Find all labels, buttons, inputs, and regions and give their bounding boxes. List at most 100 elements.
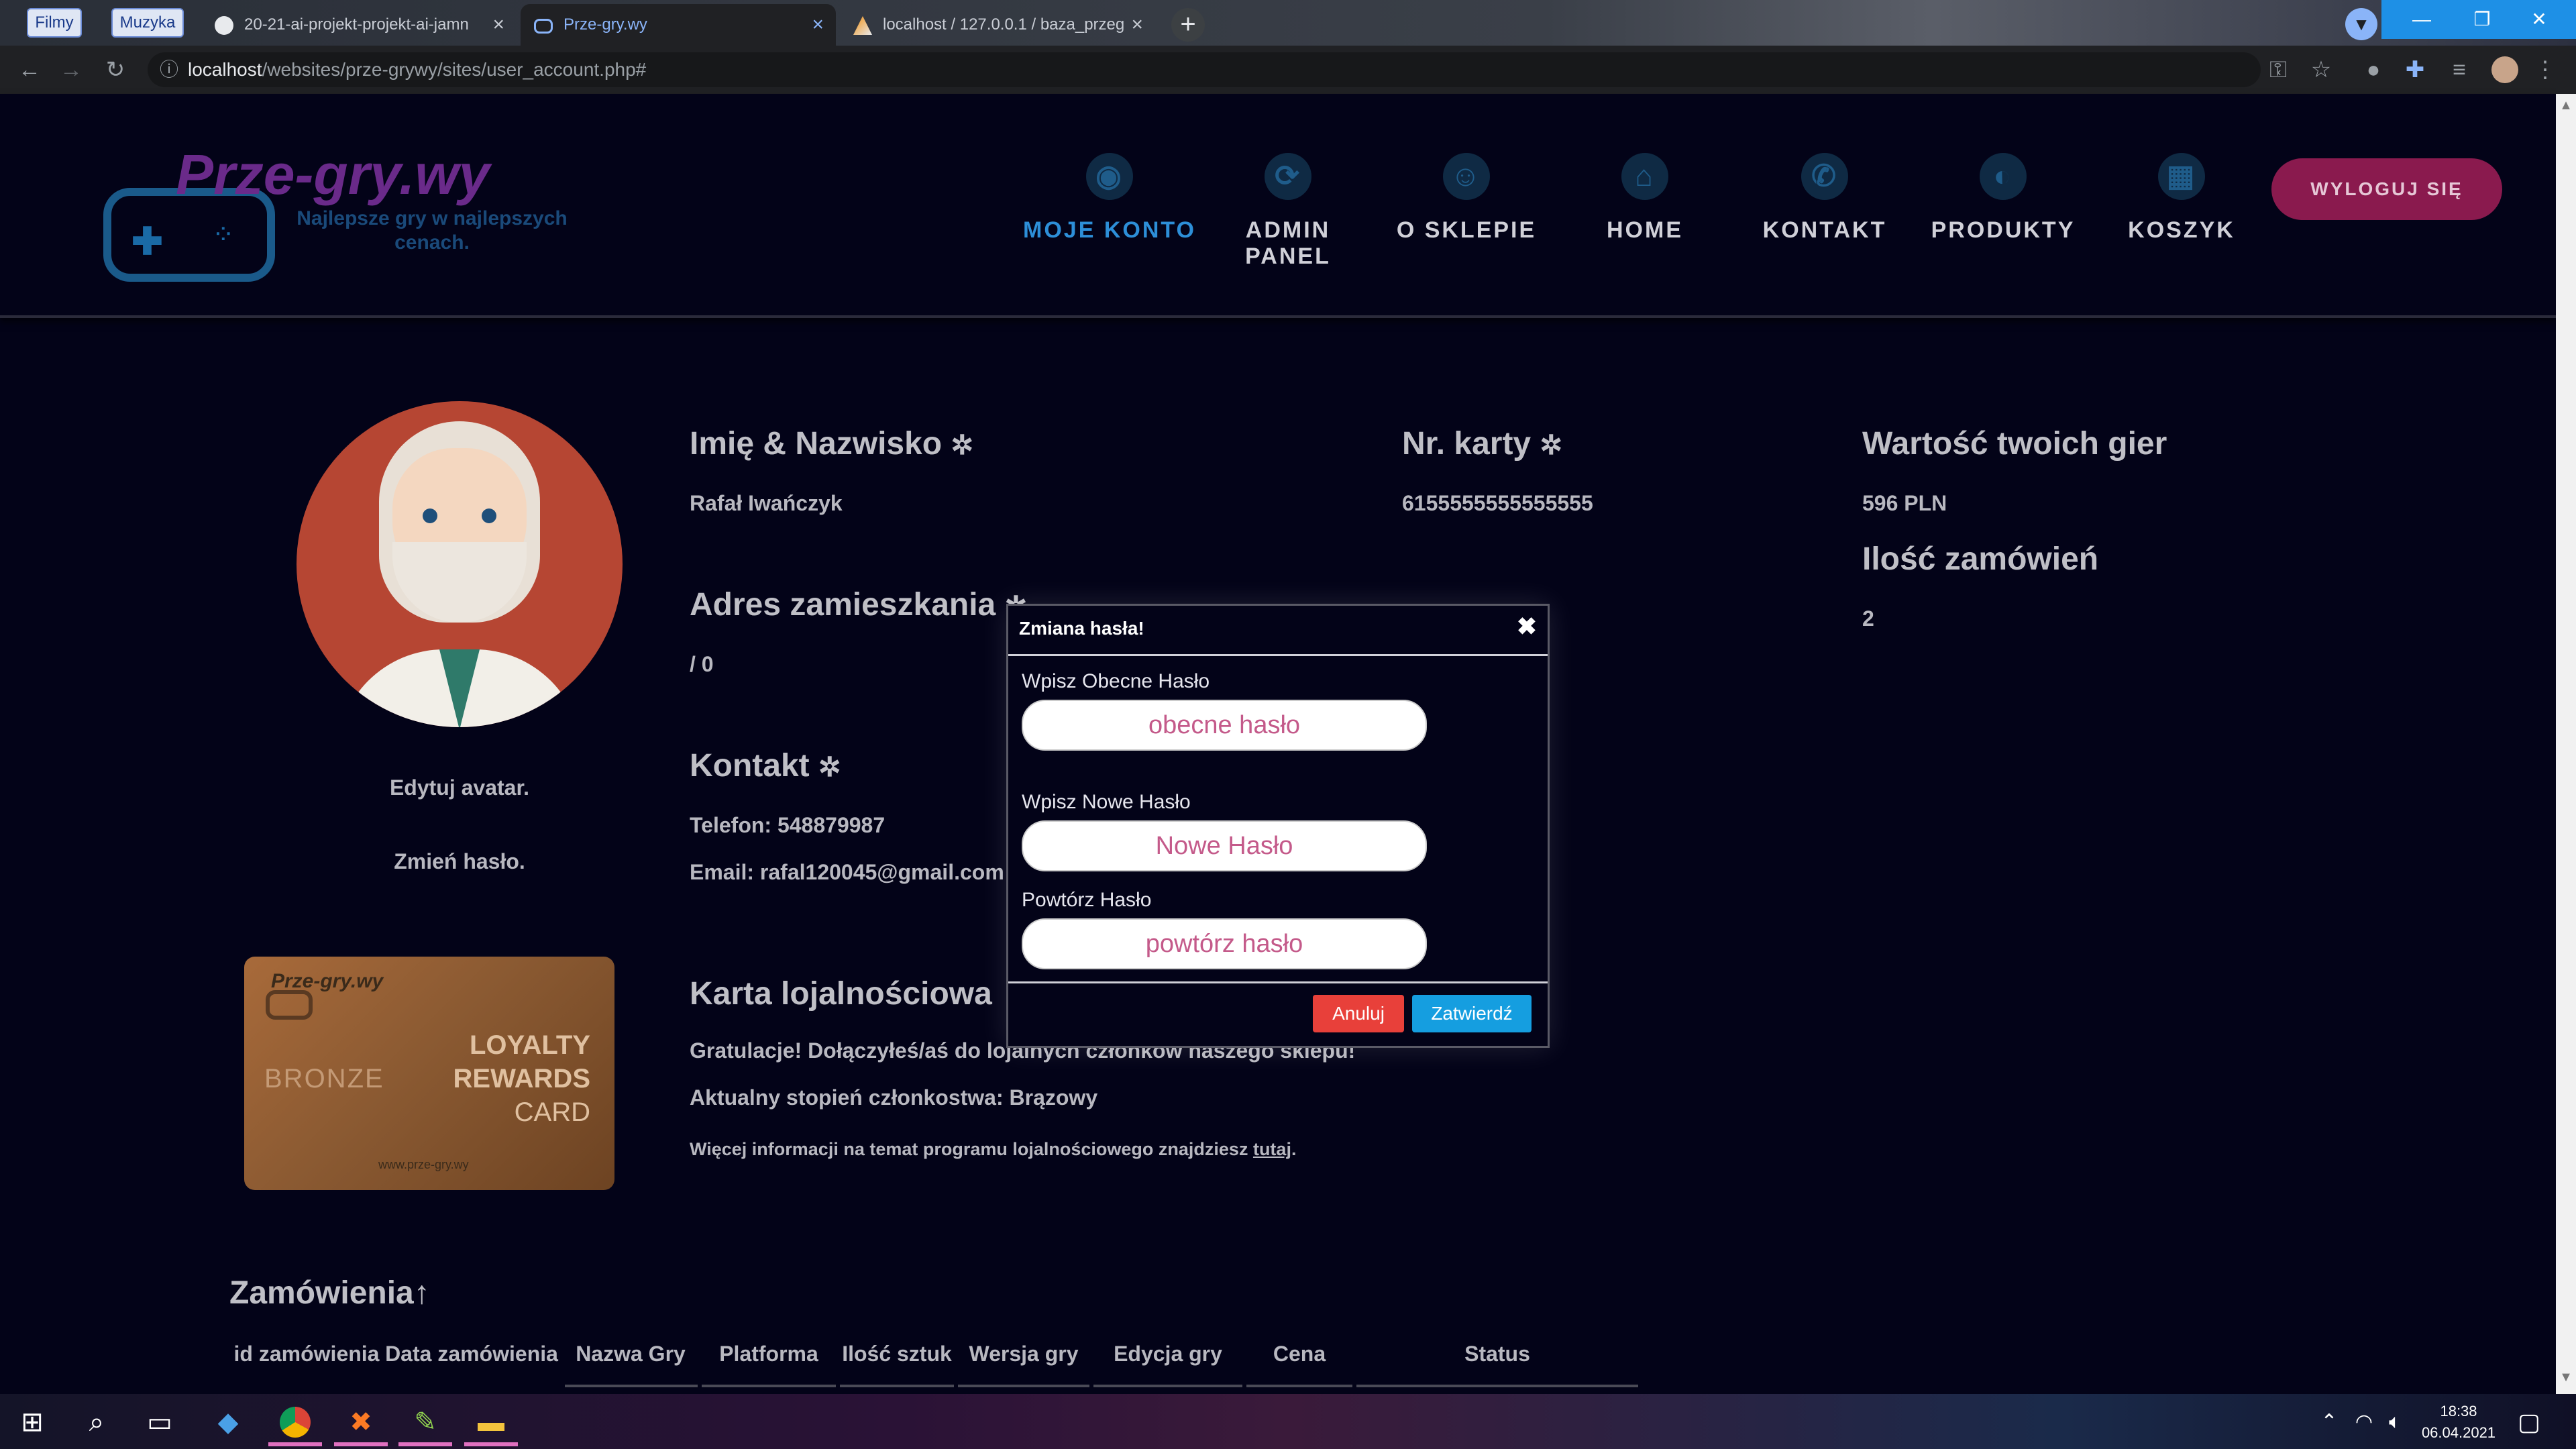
logout-button[interactable]: WYLOGUJ SIĘ [2271, 158, 2502, 220]
xampp-icon[interactable]: ✖ [341, 1402, 381, 1442]
profile-sync-icon[interactable]: ▼ [2345, 8, 2377, 40]
nav-label: KOSZYK [2128, 217, 2235, 243]
card-line3: CARD [514, 1097, 590, 1127]
nav-moje-konto[interactable]: ◉ MOJE KONTO [1022, 153, 1197, 244]
new-password-input[interactable] [1022, 820, 1427, 871]
media-icon[interactable]: ≡ [2439, 46, 2479, 94]
modal-title: Zmiana hasła! [1019, 618, 1144, 639]
tab-phpmyadmin[interactable]: localhost / 127.0.0.1 / baza_przeg × [840, 4, 1155, 46]
logo-text: Prze-gry.wy [176, 143, 490, 206]
confirm-button[interactable]: Zatwierdź [1412, 995, 1532, 1032]
bookmark-muzyka[interactable]: Muzyka [111, 8, 184, 38]
gear-icon[interactable]: ✲ [818, 753, 841, 782]
nav-admin-panel[interactable]: ⟳ ADMIN PANEL [1201, 153, 1375, 270]
task-view-icon[interactable]: ▭ [140, 1402, 180, 1442]
divider [1246, 1385, 1352, 1387]
cart-icon: ▦ [2158, 153, 2205, 200]
nav-home[interactable]: ⌂ HOME [1558, 153, 1732, 244]
controller-icon: ◐ [1980, 153, 2027, 200]
divider [1093, 1385, 1242, 1387]
close-window-button[interactable]: ✕ [2502, 0, 2576, 39]
loyalty-info-suffix: . [1291, 1139, 1297, 1159]
forward-icon[interactable]: → [51, 46, 91, 94]
gear-icon[interactable]: ✲ [951, 431, 973, 460]
divider [702, 1385, 836, 1387]
nav-kontakt[interactable]: ✆ KONTAKT [1737, 153, 1912, 244]
nav-label: KONTAKT [1762, 217, 1887, 243]
bookmark-filmy[interactable]: Filmy [27, 8, 82, 38]
tab-przegrywy[interactable]: Prze-gry.wy × [521, 4, 836, 46]
loyalty-info-link[interactable]: tutaj [1253, 1139, 1291, 1159]
notepad-icon[interactable]: ✎ [405, 1402, 445, 1442]
avatar[interactable] [2491, 56, 2518, 83]
nav-label: ADMIN PANEL [1245, 217, 1331, 269]
divider [840, 1385, 954, 1387]
nav-koszyk[interactable]: ▦ KOSZYK [2094, 153, 2269, 244]
github-icon [215, 16, 233, 35]
url-path: /websites/prze-grywy/sites/user_account.… [262, 59, 647, 80]
gear-icon[interactable]: ✲ [1540, 431, 1562, 460]
loyalty-info-text: Więcej informacji na temat programu loja… [690, 1139, 1253, 1159]
extension-circle-icon[interactable]: ● [2353, 46, 2394, 94]
divider [1008, 981, 1548, 983]
address-heading: Adres zamieszkania ✲ [690, 586, 1027, 623]
email-value: Email: rafal120045@gmail.com [690, 860, 1004, 884]
close-icon[interactable]: × [492, 4, 504, 46]
edit-avatar-link[interactable]: Edytuj avatar. [297, 775, 623, 800]
divider [565, 1385, 698, 1387]
nav-produkty[interactable]: ◐ PRODUKTY [1916, 153, 2090, 244]
clock[interactable]: 18:38 06.04.2021 [2415, 1401, 2502, 1444]
tray-up-icon[interactable]: ⌃ [2309, 1402, 2349, 1442]
close-icon[interactable]: × [812, 4, 824, 46]
repeat-password-label: Powtórz Hasło [1022, 889, 1152, 911]
chrome-icon[interactable] [275, 1402, 315, 1442]
nav-o-sklepie[interactable]: ☺ O SKLEPIE [1379, 153, 1554, 244]
scroll-down-icon[interactable]: ▼ [2559, 1370, 2573, 1390]
info-icon: ⓘ [160, 59, 179, 80]
star-icon[interactable]: ☆ [2301, 46, 2341, 94]
menu-icon[interactable]: ⋮ [2525, 46, 2565, 94]
active-indicator [398, 1442, 452, 1446]
buttons-icon: ⁘ [212, 220, 235, 250]
folder-icon[interactable]: ▬ [471, 1402, 511, 1442]
current-password-input[interactable] [1022, 700, 1427, 751]
site-logo[interactable]: ✚ ⁘ Prze-gry.wy Najlepsze gry w najlepsz… [101, 127, 610, 302]
close-icon[interactable]: × [1131, 4, 1143, 46]
active-indicator [464, 1442, 518, 1446]
clock-time: 18:38 [2440, 1403, 2477, 1419]
cancel-button[interactable]: Anuluj [1313, 995, 1404, 1032]
back-icon[interactable]: ← [9, 46, 50, 94]
about-icon: ☺ [1443, 153, 1490, 200]
loyalty-card-image: Prze-gry.wy BRONZE LOYALTY REWARDS CARD … [244, 957, 614, 1190]
orders-count: 2 [1862, 606, 1874, 631]
scrollbar[interactable]: ▲ ▼ [2556, 94, 2576, 1394]
key-icon[interactable]: ⚿ [2258, 46, 2298, 94]
scroll-up-icon[interactable]: ▲ [2559, 98, 2573, 118]
search-icon[interactable]: ⌕ [76, 1402, 117, 1442]
divider [958, 1385, 1089, 1387]
close-icon[interactable]: ✖ [1517, 612, 1537, 641]
home-icon: ⌂ [1621, 153, 1668, 200]
change-password-link[interactable]: Zmień hasło. [297, 849, 623, 874]
logo-tagline: Najlepsze gry w najlepszych cenach. [297, 207, 568, 254]
card-number-value: 6155555555555555 [1402, 491, 1593, 515]
nav-label: PRODUKTY [1931, 217, 2076, 243]
volume-icon[interactable]: 🔈︎ [2375, 1402, 2415, 1442]
new-tab-button[interactable]: + [1171, 8, 1205, 42]
repeat-password-input[interactable] [1022, 918, 1427, 969]
orders-heading[interactable]: Zamówienia↑ [229, 1275, 430, 1311]
reload-icon[interactable]: ↻ [95, 46, 136, 94]
puzzle-icon[interactable]: ✚ [2395, 46, 2435, 94]
user-avatar[interactable] [297, 401, 623, 727]
address-value: / 0 [690, 652, 714, 676]
active-indicator [334, 1442, 388, 1446]
phone-icon: ✆ [1801, 153, 1848, 200]
tab-github[interactable]: 20-21-ai-projekt-projekt-ai-jamn × [201, 4, 517, 46]
tab-title: 20-21-ai-projekt-projekt-ai-jamn [244, 15, 469, 34]
windows-start-icon[interactable]: ⊞ [12, 1402, 52, 1442]
loyalty-heading: Karta lojalnościowa [690, 976, 992, 1012]
app-icon[interactable]: ◆ [208, 1402, 248, 1442]
address-bar[interactable]: ⓘ localhost/websites/prze-grywy/sites/use… [148, 52, 2261, 87]
phone-value: Telefon: 548879987 [690, 813, 885, 837]
notifications-icon[interactable]: ▢ [2509, 1402, 2549, 1442]
